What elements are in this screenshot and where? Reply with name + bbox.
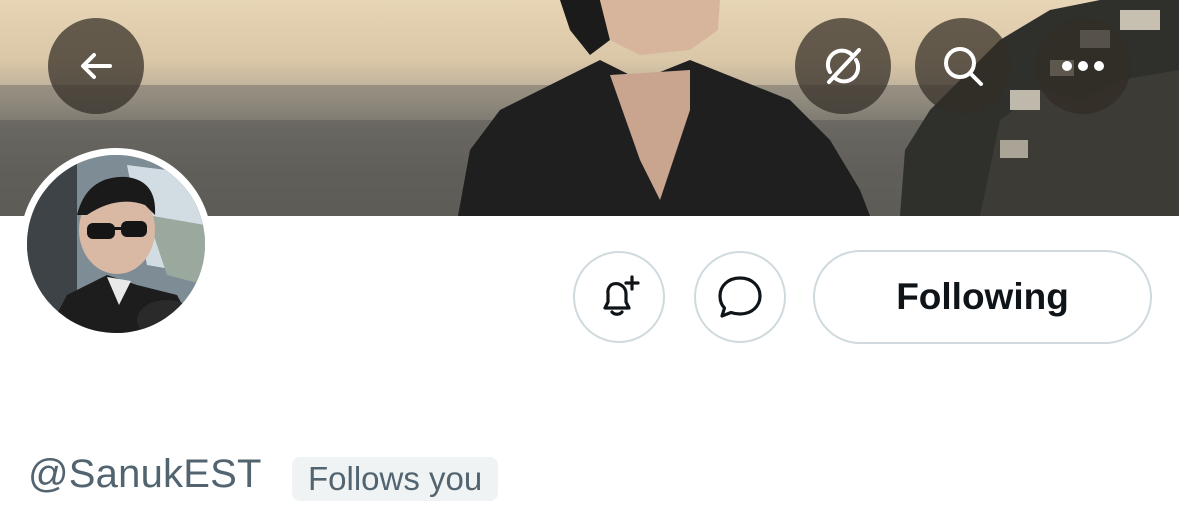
back-button[interactable] [48, 18, 144, 114]
grok-icon [825, 48, 861, 84]
message-button[interactable] [694, 251, 786, 343]
more-horizontal-icon [1062, 61, 1104, 71]
profile-page: Following @SanukEST Follows you [0, 0, 1179, 514]
notifications-button[interactable] [573, 251, 665, 343]
bell-plus-icon [603, 275, 640, 316]
message-bubble-icon [718, 276, 762, 318]
avatar-image [27, 155, 205, 333]
following-button[interactable]: Following [813, 250, 1152, 344]
search-icon [944, 47, 983, 86]
arrow-left-icon [81, 53, 112, 79]
follows-you-label: Follows you [308, 460, 483, 497]
search-button[interactable] [915, 18, 1011, 114]
avatar[interactable] [20, 148, 212, 340]
following-button-label: Following [896, 276, 1069, 317]
more-button[interactable] [1035, 18, 1131, 114]
profile-handle: @SanukEST [28, 452, 262, 496]
grok-button[interactable] [795, 18, 891, 114]
follows-you-badge: Follows you [292, 457, 499, 501]
